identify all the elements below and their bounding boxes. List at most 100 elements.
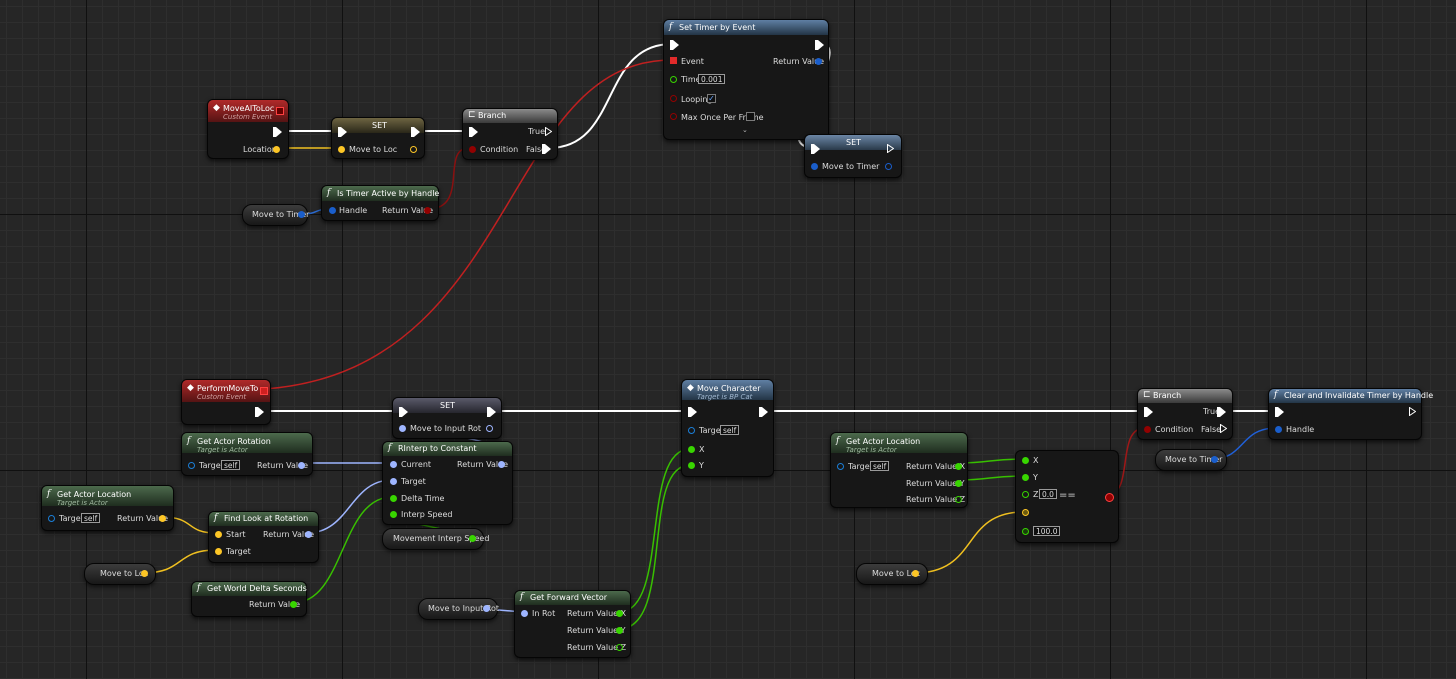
max-once-per-frame-checkbox[interactable] xyxy=(746,112,755,121)
move-to-input-rot-variable-getter[interactable]: Move to Input Rot xyxy=(418,598,499,620)
vector-in-pin[interactable] xyxy=(338,146,345,153)
exec-in-pin[interactable] xyxy=(811,144,820,154)
looping-checkbox[interactable]: ✓ xyxy=(707,94,716,103)
float-out-pin[interactable] xyxy=(616,644,623,651)
object-in-pin[interactable] xyxy=(48,515,55,522)
get-world-delta-seconds-node[interactable]: f Get World Delta Seconds Return Value xyxy=(191,581,307,617)
exec-in-pin[interactable] xyxy=(1144,407,1153,417)
find-look-at-rotation-node[interactable]: f Find Look at Rotation Start Return Valu… xyxy=(208,511,319,563)
bool-in-pin[interactable] xyxy=(469,146,476,153)
float-in-pin[interactable] xyxy=(1022,457,1029,464)
object-in-pin[interactable] xyxy=(837,463,844,470)
exec-true-out-pin[interactable] xyxy=(545,127,552,136)
branch-node-bottom[interactable]: ⊏ Branch True Condition False xyxy=(1137,388,1233,440)
move-to-timer-variable-getter[interactable]: Move to Timer xyxy=(242,204,309,226)
exec-out-pin[interactable] xyxy=(255,407,264,417)
vector-in-pin[interactable] xyxy=(1022,509,1029,516)
perform-move-to-event-node[interactable]: ◆ PerformMoveTo Custom Event xyxy=(181,379,271,425)
bool-out-pin[interactable] xyxy=(424,207,431,214)
exec-false-out-pin[interactable] xyxy=(1220,424,1227,433)
is-timer-active-node[interactable]: f Is Timer Active by Handle Handle Return… xyxy=(321,185,439,221)
get-actor-location-node[interactable]: f Get Actor Location Target is Actor Targe… xyxy=(41,485,174,531)
rotator-out-pin[interactable] xyxy=(305,531,312,538)
rotator-in-pin[interactable] xyxy=(521,610,528,617)
target-self-field[interactable]: self xyxy=(221,460,241,470)
rotator-out-pin[interactable] xyxy=(483,605,490,612)
rotator-in-pin[interactable] xyxy=(390,461,397,468)
move-ai-to-loc-event-node[interactable]: ◆ MoveAIToLoc Custom Event Location xyxy=(207,99,289,159)
float-out-pin[interactable] xyxy=(290,601,297,608)
object-in-pin[interactable] xyxy=(188,462,195,469)
float-in-pin[interactable] xyxy=(688,446,695,453)
delegate-pin[interactable] xyxy=(260,387,268,395)
float-in-pin[interactable] xyxy=(1022,491,1029,498)
handle-out-pin[interactable] xyxy=(1211,456,1218,463)
move-to-loc-variable-getter[interactable]: Move to Loc xyxy=(84,563,156,585)
bool-out-pin[interactable] xyxy=(1105,493,1114,502)
bool-in-pin[interactable] xyxy=(1144,426,1151,433)
get-actor-location-node[interactable]: f Get Actor Location Target is Actor Targe… xyxy=(830,432,968,508)
handle-in-pin[interactable] xyxy=(329,207,336,214)
float-in-pin[interactable] xyxy=(390,511,397,518)
exec-out-pin[interactable] xyxy=(887,144,894,153)
float-out-pin[interactable] xyxy=(955,496,962,503)
float-out-pin[interactable] xyxy=(955,480,962,487)
float-in-pin[interactable] xyxy=(670,76,677,83)
set-move-to-input-rot-node[interactable]: SET Move to Input Rot xyxy=(392,397,502,439)
move-character-node[interactable]: ◆ Move Character Target is BP Cat Target s… xyxy=(681,379,774,477)
handle-in-pin[interactable] xyxy=(1275,426,1282,433)
set-timer-by-event-node[interactable]: f Set Timer by Event Event Return Value T… xyxy=(663,19,829,140)
rotator-out-pin[interactable] xyxy=(486,425,493,432)
rotator-in-pin[interactable] xyxy=(399,425,406,432)
bool-in-pin[interactable] xyxy=(670,113,677,120)
expand-chevron-icon[interactable]: ⌄ xyxy=(742,126,748,134)
float-in-pin[interactable] xyxy=(1022,474,1029,481)
vector-out-pin[interactable] xyxy=(410,146,417,153)
rotator-in-pin[interactable] xyxy=(390,478,397,485)
rotator-out-pin[interactable] xyxy=(498,461,505,468)
movement-interp-speed-variable-getter[interactable]: Movement Interp Speed xyxy=(382,528,489,550)
exec-in-pin[interactable] xyxy=(469,127,478,137)
exec-in-pin[interactable] xyxy=(670,40,679,50)
float-out-pin[interactable] xyxy=(616,610,623,617)
tolerance-value-field[interactable]: 100.0 xyxy=(1033,526,1061,536)
rotator-out-pin[interactable] xyxy=(298,462,305,469)
branch-node-top[interactable]: ⊏ Branch True Condition False xyxy=(462,108,558,160)
exec-out-pin[interactable] xyxy=(411,127,420,137)
float-in-pin[interactable] xyxy=(688,462,695,469)
exec-out-pin[interactable] xyxy=(1409,407,1416,416)
float-out-pin[interactable] xyxy=(469,535,476,542)
exec-out-pin[interactable] xyxy=(815,40,824,50)
float-out-pin[interactable] xyxy=(616,627,623,634)
vector-out-pin[interactable] xyxy=(141,570,148,577)
bool-in-pin[interactable] xyxy=(670,95,677,102)
target-self-field[interactable]: self xyxy=(81,513,101,523)
exec-false-out-pin[interactable] xyxy=(542,144,551,154)
rinterp-to-constant-node[interactable]: f RInterp to Constant Current Return Valu… xyxy=(382,441,513,525)
set-move-to-timer-node[interactable]: SET Move to Timer xyxy=(804,134,902,178)
vector-out-pin[interactable] xyxy=(159,515,166,522)
vector-out-pin[interactable] xyxy=(912,570,919,577)
exec-true-out-pin[interactable] xyxy=(1217,407,1226,417)
move-to-loc-variable-getter[interactable]: Move to Loc xyxy=(856,563,928,585)
vector-in-pin[interactable] xyxy=(215,531,222,538)
float-out-pin[interactable] xyxy=(955,463,962,470)
blueprint-graph-canvas[interactable]: ◆ MoveAIToLoc Custom Event Location SET … xyxy=(0,0,1456,679)
exec-in-pin[interactable] xyxy=(338,127,347,137)
vector-equal-node[interactable]: X Y Z 0.0 == 100.0 xyxy=(1015,450,1119,543)
target-self-field[interactable]: self xyxy=(870,461,890,471)
exec-in-pin[interactable] xyxy=(688,407,697,417)
handle-out-pin[interactable] xyxy=(815,58,822,65)
exec-in-pin[interactable] xyxy=(1275,407,1284,417)
float-in-pin[interactable] xyxy=(390,495,397,502)
object-in-pin[interactable] xyxy=(688,427,695,434)
clear-and-invalidate-timer-node[interactable]: f Clear and Invalidate Timer by Handle Ha… xyxy=(1268,388,1433,440)
get-actor-rotation-node[interactable]: f Get Actor Rotation Target is Actor Targe… xyxy=(181,432,313,476)
exec-out-pin[interactable] xyxy=(487,407,496,417)
z-value-field[interactable]: 0.0 xyxy=(1039,489,1057,499)
exec-in-pin[interactable] xyxy=(399,407,408,417)
handle-out-pin[interactable] xyxy=(885,163,892,170)
vector-in-pin[interactable] xyxy=(215,548,222,555)
float-tolerance-in-pin[interactable] xyxy=(1022,528,1029,535)
target-self-field[interactable]: self xyxy=(720,425,740,435)
